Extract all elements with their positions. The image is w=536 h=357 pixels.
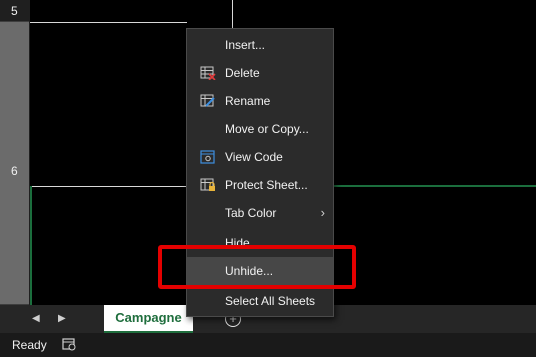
menu-item-label: Delete — [225, 66, 260, 80]
scroll-tabs-left-button[interactable]: ◀ — [32, 313, 40, 324]
menu-item-label: Move or Copy... — [225, 122, 309, 136]
selection-border — [334, 185, 536, 187]
menu-item-label: Protect Sheet... — [225, 178, 308, 192]
row-headers: 5 6 — [0, 0, 30, 305]
status-text: Ready — [12, 338, 47, 352]
menu-item-label: Tab Color — [225, 206, 277, 220]
delete-sheet-icon — [200, 66, 216, 80]
row-gridline — [30, 22, 187, 23]
menu-item-rename[interactable]: Rename — [187, 87, 333, 115]
menu-item-move-copy[interactable]: Move or Copy... — [187, 115, 333, 143]
submenu-arrow-icon: › — [320, 205, 325, 220]
column-gridline — [232, 0, 233, 28]
menu-item-delete[interactable]: Delete — [187, 59, 333, 87]
view-code-icon — [200, 150, 215, 164]
menu-item-insert[interactable]: Insert... — [187, 31, 333, 59]
protect-sheet-icon — [200, 178, 215, 191]
menu-item-view-code[interactable]: View Code — [187, 143, 333, 171]
menu-item-label: View Code — [225, 150, 283, 164]
row-header-6[interactable]: 6 — [0, 22, 29, 305]
sheet-tab-campagne[interactable]: Campagne — [104, 305, 193, 333]
menu-item-protect-sheet[interactable]: Protect Sheet... — [187, 171, 333, 199]
menu-item-label: Insert... — [225, 38, 266, 52]
menu-item-tab-color[interactable]: Tab Color › — [187, 199, 333, 227]
page-layout-status-icon[interactable] — [62, 337, 76, 351]
scroll-tabs-right-button[interactable]: ▶ — [58, 313, 66, 324]
menu-item-label: Select All Sheets — [225, 294, 316, 308]
status-bar: Ready — [0, 333, 536, 357]
highlight-box — [158, 245, 356, 289]
row-header-5[interactable]: 5 — [0, 0, 29, 22]
row-gridline — [30, 186, 187, 187]
selection-border-left — [30, 186, 32, 305]
menu-item-label: Rename — [225, 94, 271, 108]
rename-sheet-icon — [200, 94, 215, 107]
menu-item-select-all-sheets[interactable]: Select All Sheets — [187, 287, 333, 315]
